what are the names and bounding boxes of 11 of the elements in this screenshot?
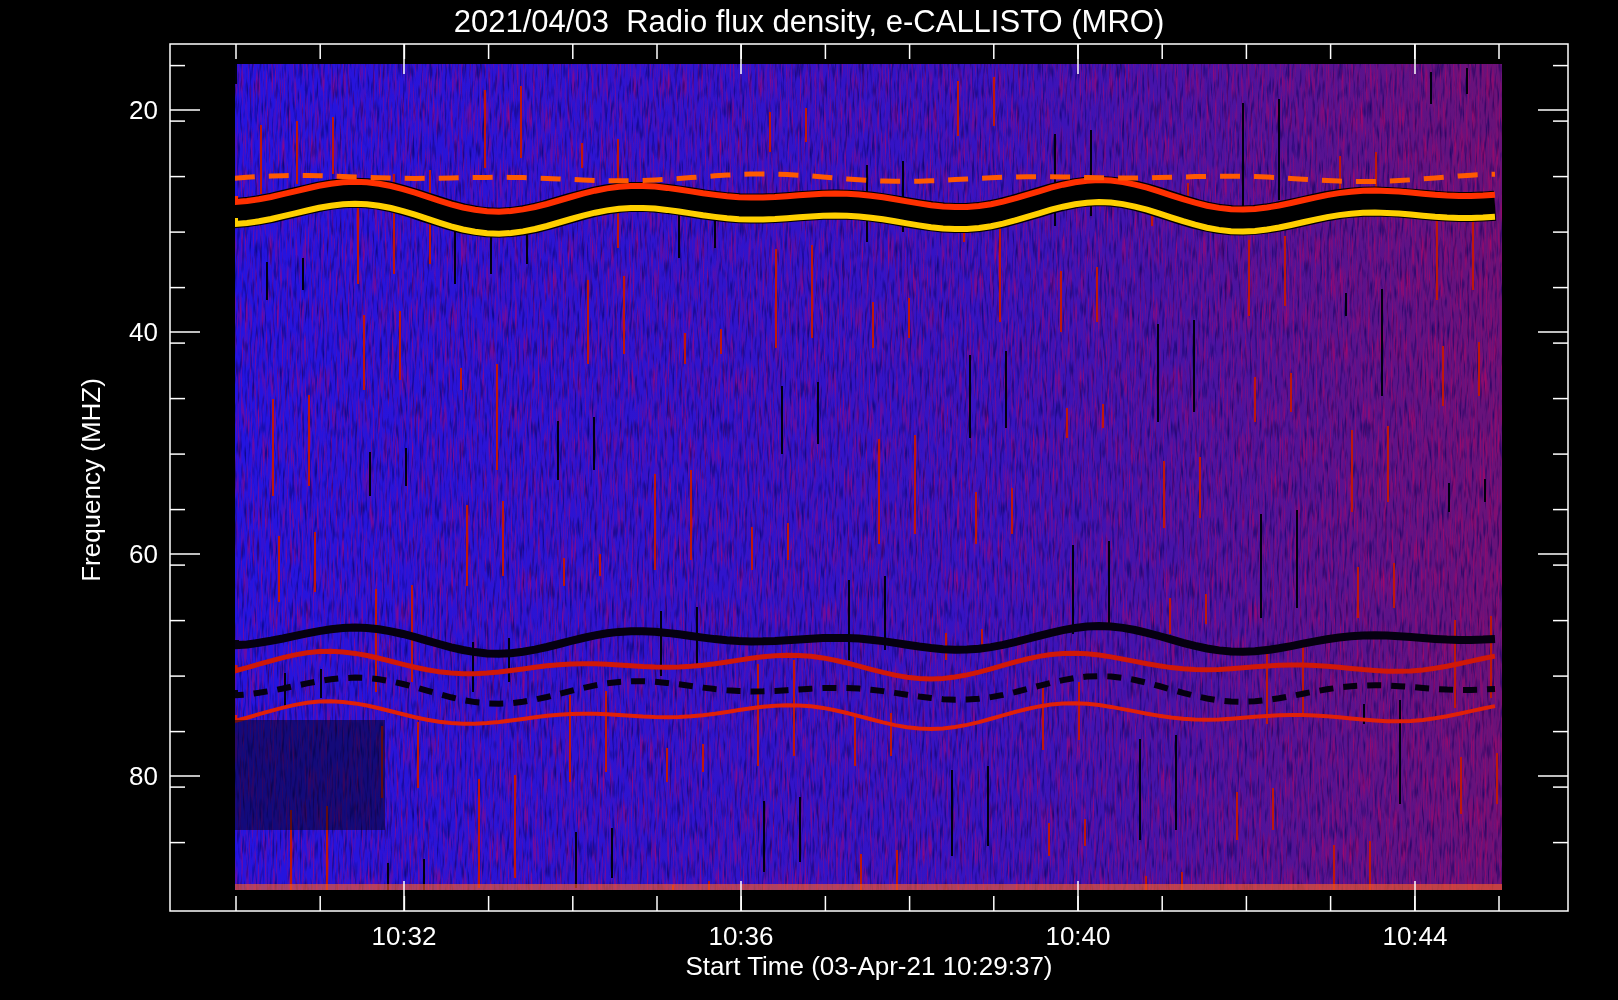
x-tick-label: 10:36: [708, 921, 774, 951]
x-tick-label: 10:40: [1045, 921, 1111, 951]
y-tick-label: 60: [129, 539, 158, 569]
y-tick-label: 80: [129, 761, 158, 791]
x-tick-label: 10:44: [1382, 921, 1448, 951]
plot-title: 2021/04/03 Radio flux density, e-CALLISTO (MRO): [453, 4, 1165, 39]
y-tick-label: 40: [129, 317, 158, 347]
x-tick-label: 10:32: [371, 921, 437, 951]
y-axis-title: Frequency (MHZ): [76, 378, 106, 582]
y-tick-label: 20: [129, 95, 158, 125]
x-axis-title: Start Time (03-Apr-21 10:29:37): [685, 951, 1053, 981]
